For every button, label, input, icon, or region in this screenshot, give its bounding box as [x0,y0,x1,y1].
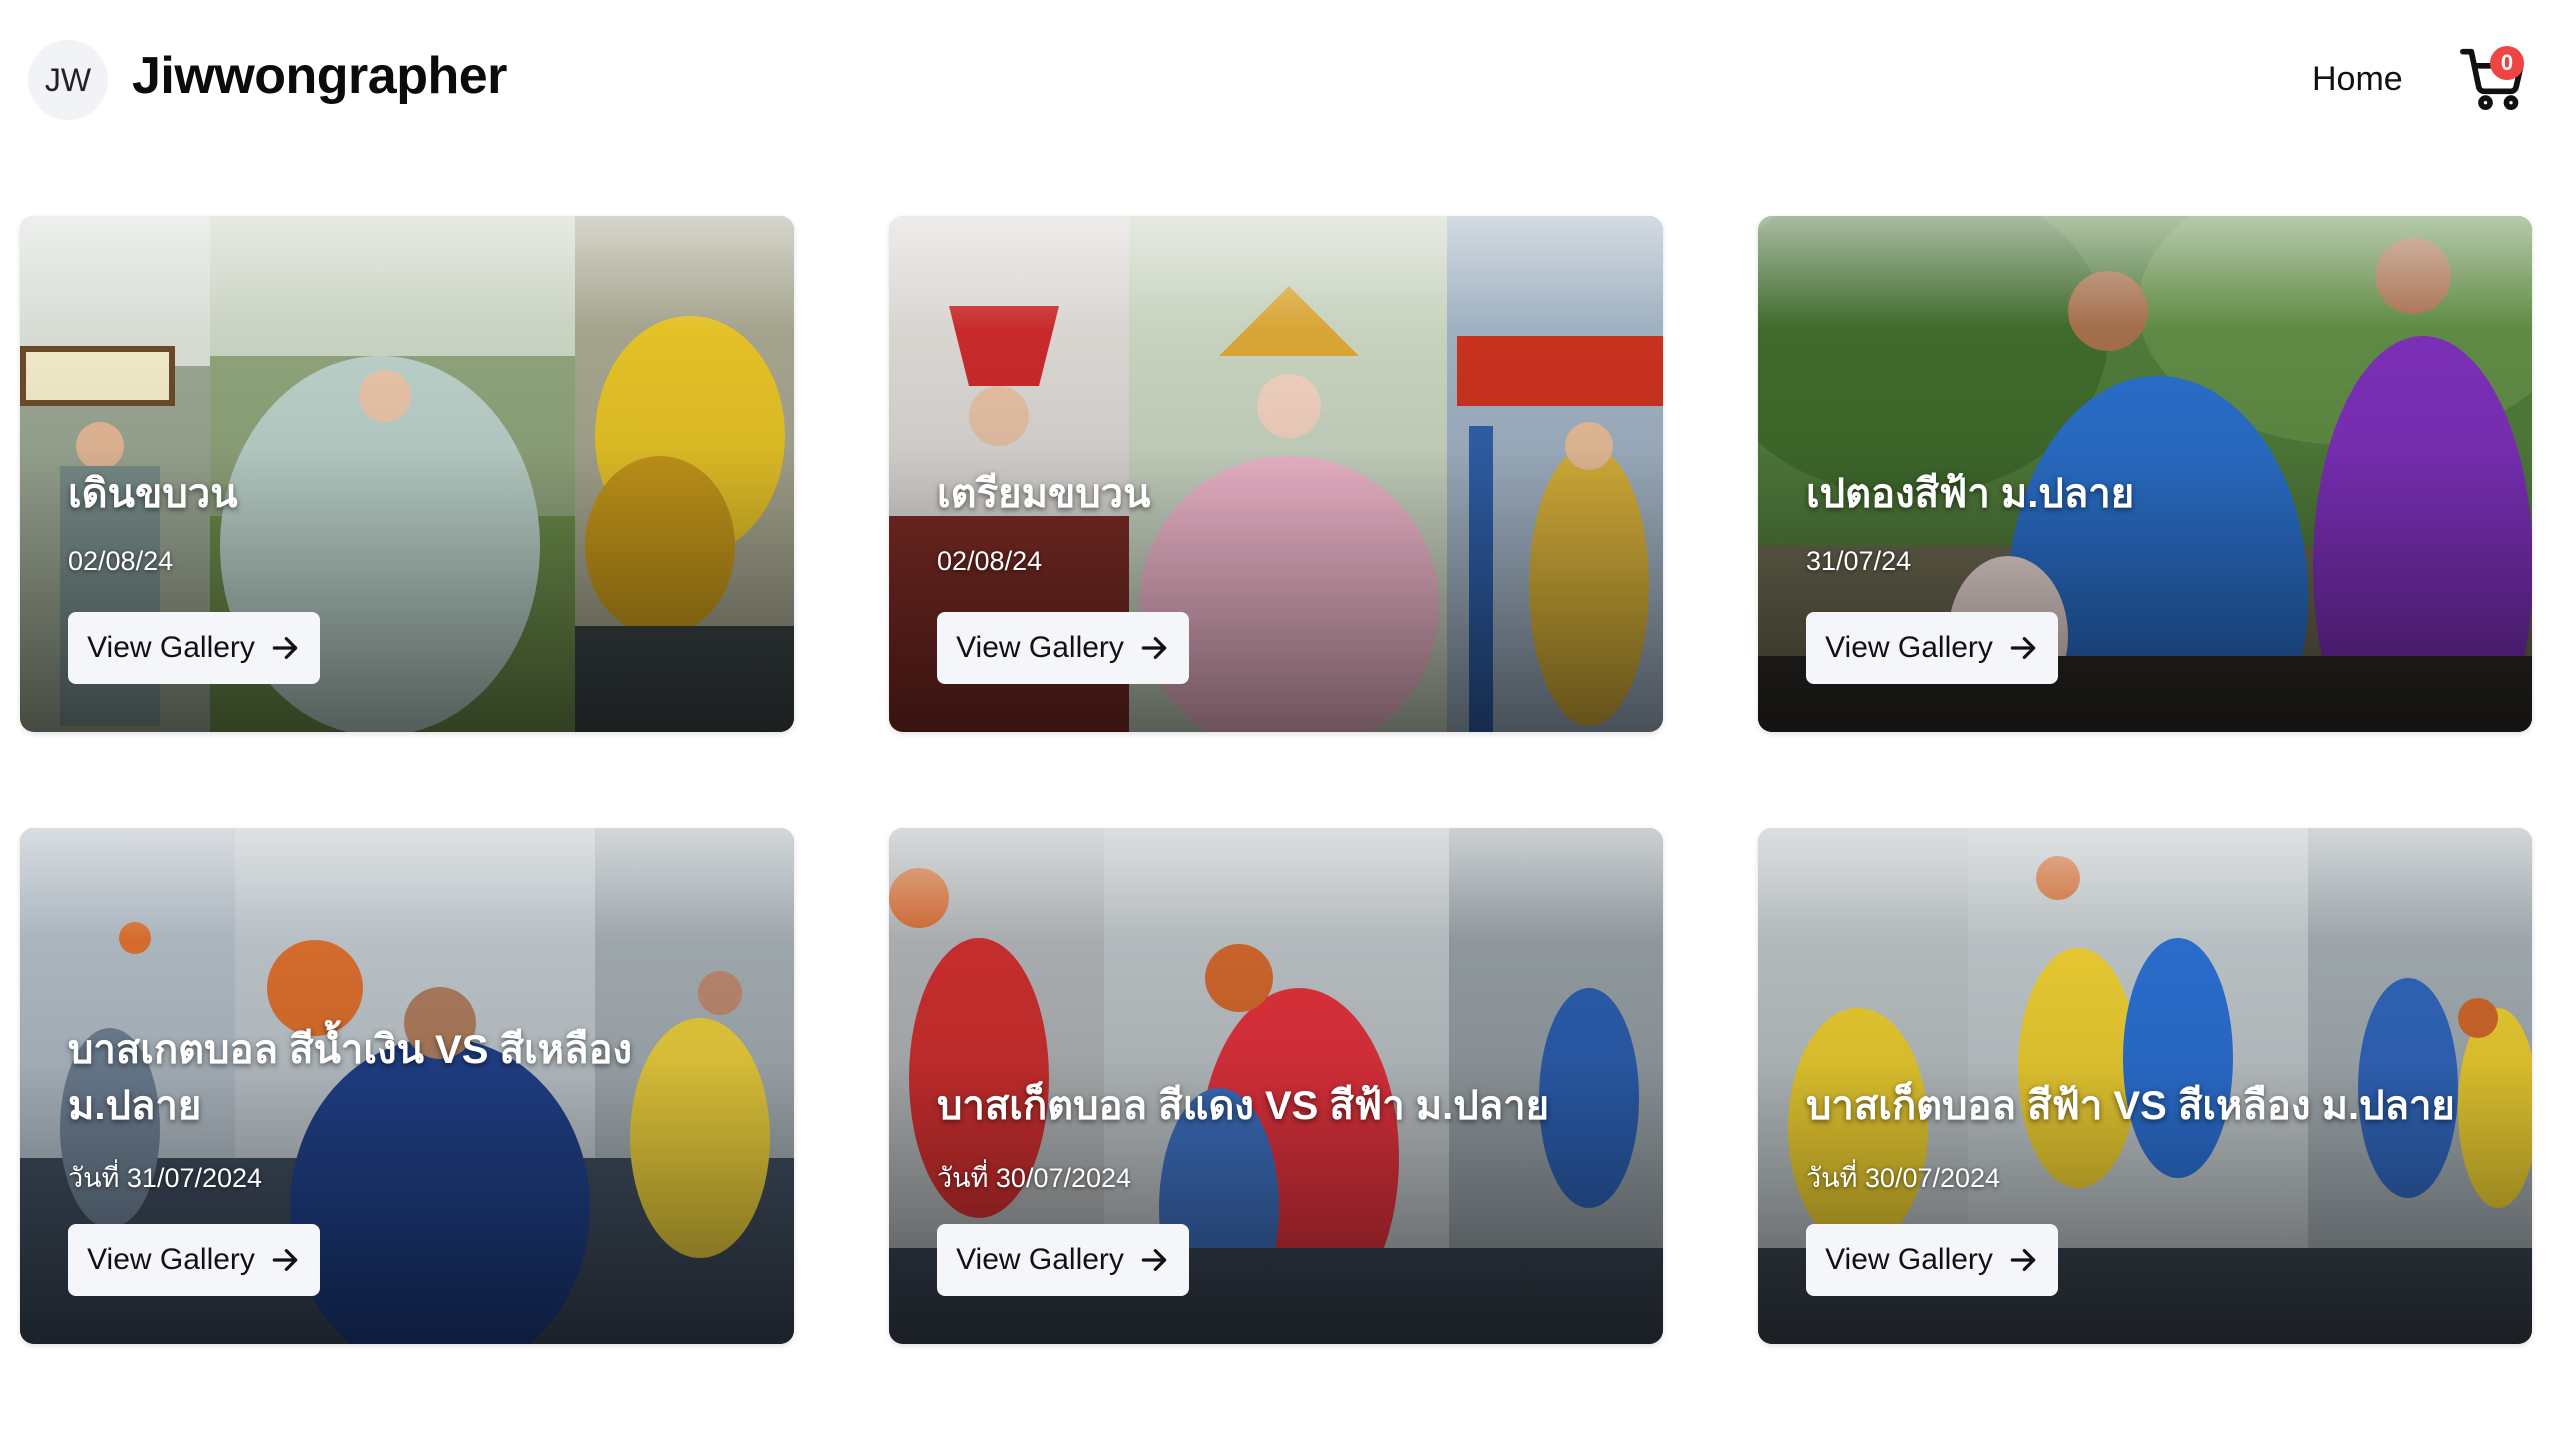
card-title: เตรียมขบวน [937,472,1151,516]
arrow-right-icon [1141,637,1167,659]
arrow-right-icon [272,1249,298,1271]
gallery-card[interactable]: เปตองสีฟ้า ม.ปลาย 31/07/24 View Gallery [1758,216,2532,732]
view-gallery-button[interactable]: View Gallery [1806,612,2058,684]
view-gallery-label: View Gallery [1825,1243,1993,1276]
gallery-card[interactable]: เดินขบวน 02/08/24 View Gallery [20,216,794,732]
card-title: เดินขบวน [68,472,238,516]
card-date: 31/07/24 [1806,546,1912,576]
card-date: วันที่ 30/07/2024 [937,1163,1132,1193]
view-gallery-button[interactable]: View Gallery [68,1224,320,1296]
arrow-right-icon [272,637,298,659]
view-gallery-label: View Gallery [87,631,255,664]
card-date: วันที่ 30/07/2024 [1806,1163,2001,1193]
card-title: บาสเกตบอล สีน้ำเงิน VS สีเหลือง ม.ปลาย [68,1028,633,1128]
gallery-card[interactable]: บาสเก็ตบอล สีฟ้า VS สีเหลือง ม.ปลาย วันท… [1758,828,2532,1344]
gallery-card[interactable]: เตรียมขบวน 02/08/24 View Gallery [889,216,1663,732]
gallery-grid: เดินขบวน 02/08/24 View Gallery เตรียมขบว… [0,0,2553,1436]
view-gallery-button[interactable]: View Gallery [937,612,1189,684]
card-date: 02/08/24 [937,546,1043,576]
card-date: วันที่ 31/07/2024 [68,1163,263,1193]
arrow-right-icon [2010,1249,2036,1271]
card-title: บาสเก็ตบอล สีแดง VS สีฟ้า ม.ปลาย [937,1084,1550,1128]
gallery-card[interactable]: บาสเก็ตบอล สีแดง VS สีฟ้า ม.ปลาย วันที่ … [889,828,1663,1344]
card-date: 02/08/24 [68,546,174,576]
view-gallery-label: View Gallery [956,631,1124,664]
arrow-right-icon [2010,637,2036,659]
view-gallery-label: View Gallery [87,1243,255,1276]
view-gallery-label: View Gallery [1825,631,1993,664]
view-gallery-label: View Gallery [956,1243,1124,1276]
gallery-card[interactable]: บาสเกตบอล สีน้ำเงิน VS สีเหลือง ม.ปลาย ว… [20,828,794,1344]
arrow-right-icon [1141,1249,1167,1271]
view-gallery-button[interactable]: View Gallery [937,1224,1189,1296]
card-title: เปตองสีฟ้า ม.ปลาย [1806,472,2135,516]
card-title: บาสเก็ตบอล สีฟ้า VS สีเหลือง ม.ปลาย [1806,1084,2455,1128]
view-gallery-button[interactable]: View Gallery [68,612,320,684]
view-gallery-button[interactable]: View Gallery [1806,1224,2058,1296]
